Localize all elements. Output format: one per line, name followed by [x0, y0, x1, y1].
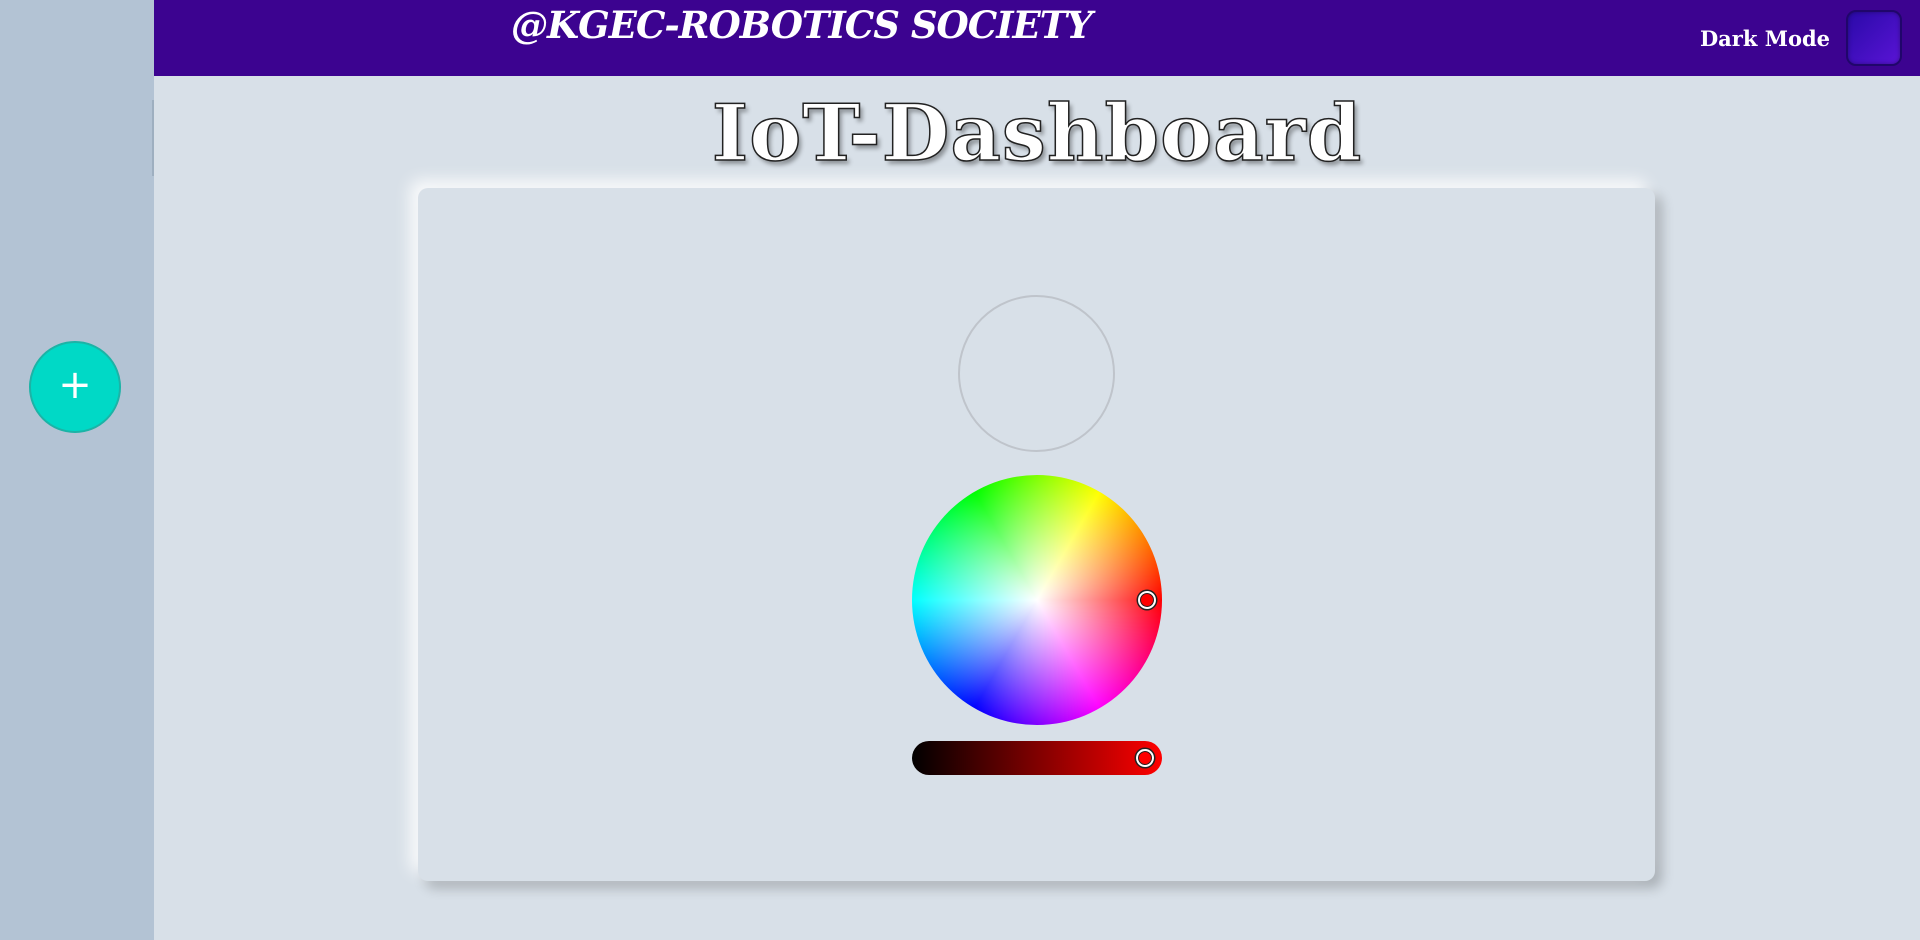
color-wheel[interactable] — [912, 475, 1162, 725]
page-title: IoT-Dashboard — [711, 87, 1363, 180]
sidebar: + — [0, 0, 154, 940]
top-header: @KGEC-ROBOTICS SOCIETY Dark Mode — [154, 0, 1920, 76]
color-preview-circle — [958, 295, 1115, 452]
brightness-slider[interactable] — [912, 741, 1162, 775]
dark-mode-toggle[interactable] — [1846, 10, 1902, 66]
dark-mode-label: Dark Mode — [1699, 26, 1830, 51]
plus-icon: + — [58, 362, 92, 408]
dashboard-card — [418, 188, 1655, 881]
color-wheel-handle[interactable] — [1138, 591, 1156, 609]
brightness-slider-handle[interactable] — [1135, 749, 1154, 767]
society-title: @KGEC-ROBOTICS SOCIETY — [511, 3, 1093, 47]
add-widget-button[interactable]: + — [29, 341, 121, 433]
